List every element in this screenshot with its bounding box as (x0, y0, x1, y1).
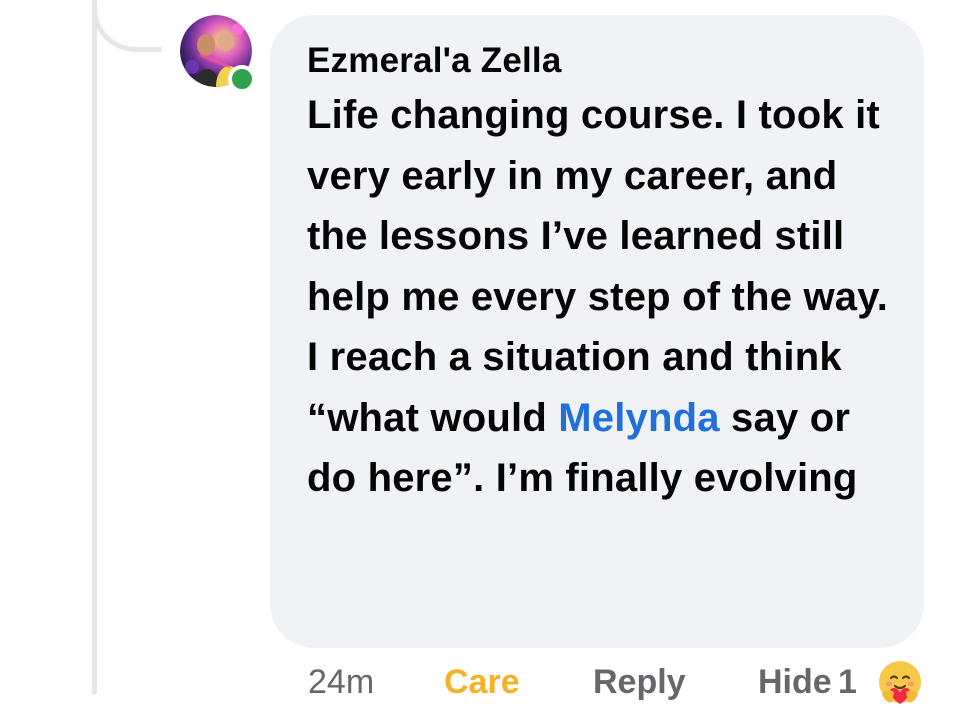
avatar[interactable] (180, 15, 256, 93)
online-status-indicator (228, 65, 256, 93)
mention-link[interactable]: Melynda (558, 396, 719, 440)
care-emoji-icon[interactable] (874, 656, 926, 708)
reply-button[interactable]: Reply (593, 662, 686, 702)
thread-connector-line (92, 0, 97, 694)
comment-bubble: Ezmeral'a Zella Life changing course. I … (270, 15, 924, 648)
comment-author[interactable]: Ezmeral'a Zella (307, 39, 894, 83)
reaction-count[interactable]: 1 (838, 662, 857, 702)
care-reaction-button[interactable]: Care (444, 662, 520, 702)
comment-text: Life changing course. I took it very ear… (307, 85, 894, 509)
hide-button[interactable]: Hide (758, 662, 832, 702)
comment-action-row: 24m Care Reply Hide 1 (0, 660, 960, 702)
comment-timestamp[interactable]: 24m (308, 662, 374, 702)
comment-text-part-1: Life changing course. I took it very ear… (307, 93, 889, 440)
thread-connector-curve (92, 0, 162, 52)
